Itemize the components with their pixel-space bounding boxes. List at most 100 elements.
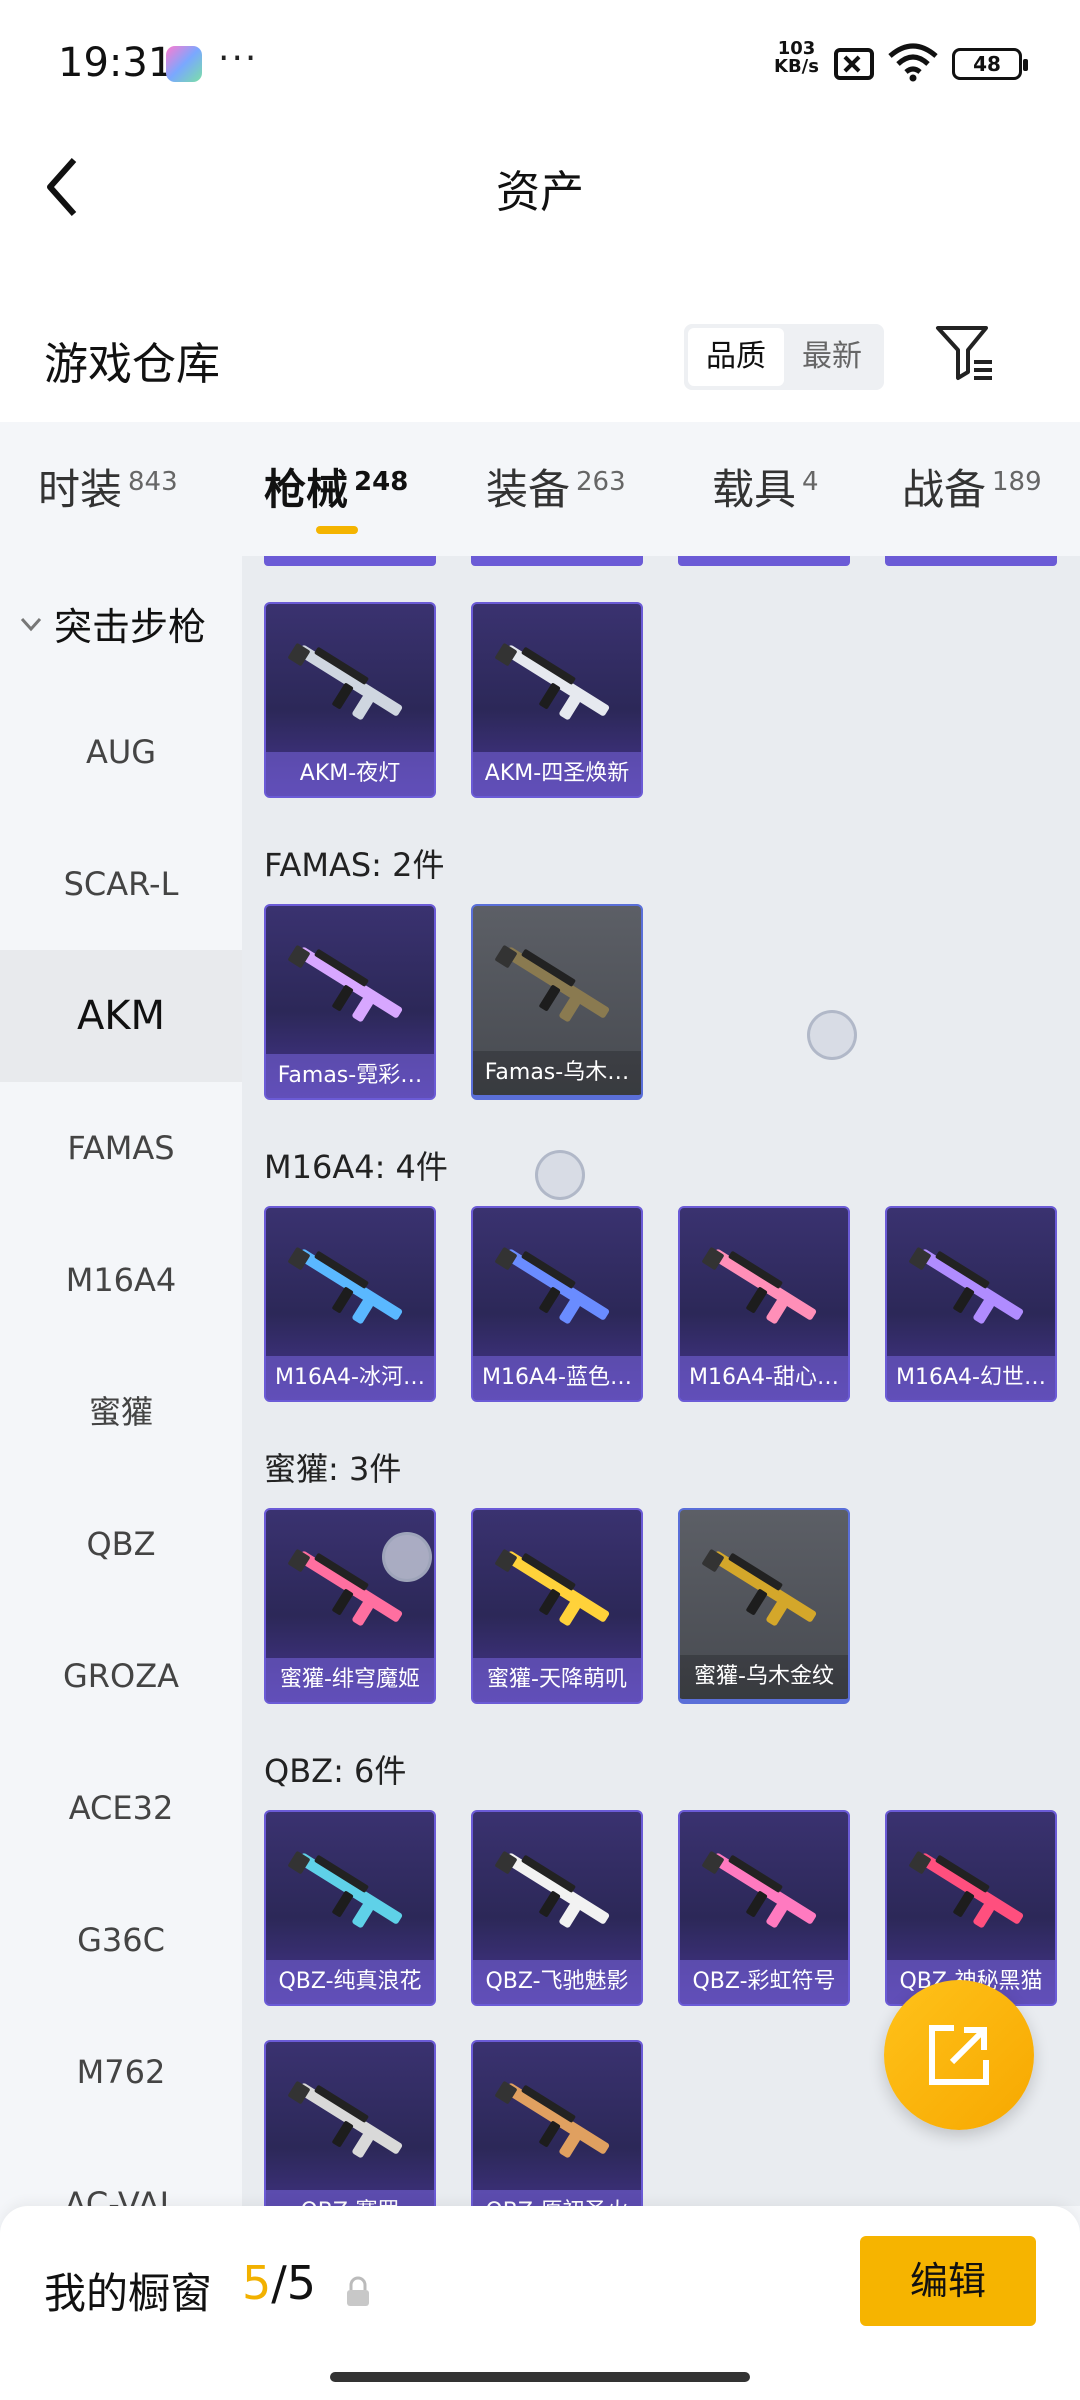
skin-card[interactable]: M16A4-甜心… bbox=[678, 1206, 850, 1402]
tab-outfits[interactable]: 时装 843 bbox=[38, 456, 178, 517]
rifle-icon bbox=[495, 945, 610, 1022]
touch-indicator bbox=[807, 1010, 857, 1060]
rifle-icon bbox=[495, 643, 610, 720]
sidebar-group-assault-rifles[interactable]: 突击步枪 bbox=[18, 596, 206, 651]
skin-name: QBZ-飞驰魅影 bbox=[473, 1960, 641, 2004]
share-icon bbox=[929, 2025, 989, 2085]
category-tabs: 时装 843 枪械 248 装备 263 载具 4 战备 189 bbox=[0, 422, 1080, 556]
showcase-bar: 我的橱窗 5/5 编辑 bbox=[0, 2206, 1080, 2400]
card-edge bbox=[678, 556, 850, 566]
share-fab[interactable] bbox=[884, 1980, 1034, 2130]
tab-vehicles[interactable]: 载具 4 bbox=[712, 456, 819, 517]
top-nav: 资产 bbox=[0, 130, 1080, 300]
card-edge bbox=[471, 556, 643, 566]
skin-name: QBZ-原初圣火 bbox=[473, 2190, 641, 2206]
skin-card[interactable]: QBZ-原初圣火 bbox=[471, 2040, 643, 2206]
sort-newest-button[interactable]: 最新 bbox=[784, 328, 880, 386]
rifle-icon bbox=[909, 1851, 1024, 1928]
skin-card[interactable]: QBZ-彩虹符号 bbox=[678, 1810, 850, 2006]
sidebar-item[interactable]: GROZA bbox=[0, 1610, 242, 1742]
status-bar: 19:31 ··· 103 KB/s 48 bbox=[0, 0, 1080, 130]
skin-card[interactable]: QBZ-神秘黑猫 bbox=[885, 1810, 1057, 2006]
rifle-icon bbox=[702, 1247, 817, 1324]
wifi-icon bbox=[888, 43, 938, 82]
sidebar-item[interactable]: QBZ bbox=[0, 1478, 242, 1610]
skin-card[interactable]: QBZ-纯真浪花 bbox=[264, 1810, 436, 2006]
battery-level: 48 bbox=[952, 48, 1028, 80]
tab-supplies[interactable]: 战备 189 bbox=[902, 456, 1042, 517]
sidebar-item[interactable]: M16A4 bbox=[0, 1214, 242, 1346]
rifle-icon bbox=[909, 1247, 1024, 1324]
skin-card[interactable]: AKM-夜灯 bbox=[264, 602, 436, 798]
rifle-icon bbox=[495, 2081, 610, 2158]
sidebar-item[interactable]: SCAR-L bbox=[0, 818, 242, 950]
skin-card[interactable]: QBZ-赛罗 bbox=[264, 2040, 436, 2206]
skin-card[interactable]: Famas-霓彩… bbox=[264, 904, 436, 1100]
weapon-type-sidebar: 突击步枪 AUG SCAR-L AKM FAMAS M16A4 蜜獾 QBZ GROZA ACE… bbox=[0, 556, 242, 2206]
skin-name: 蜜獾-乌木金纹 bbox=[680, 1655, 848, 1699]
card-edge bbox=[264, 556, 436, 566]
rifle-icon bbox=[495, 1549, 610, 1626]
warehouse-title: 游戏仓库 bbox=[44, 339, 220, 390]
skin-name: AKM-四圣焕新 bbox=[473, 752, 641, 796]
sidebar-item[interactable]: FAMAS bbox=[0, 1082, 242, 1214]
skin-name: QBZ-赛罗 bbox=[266, 2190, 434, 2206]
page-title: 资产 bbox=[496, 167, 584, 218]
sidebar-item[interactable]: 蜜獾 bbox=[0, 1346, 242, 1478]
skin-card[interactable]: QBZ-飞驰魅影 bbox=[471, 1810, 643, 2006]
showcase-count: 5/5 bbox=[242, 2256, 317, 2310]
rifle-icon bbox=[495, 1851, 610, 1928]
tab-guns[interactable]: 枪械 248 bbox=[264, 456, 408, 517]
rifle-icon bbox=[288, 1247, 403, 1324]
skin-name: QBZ-纯真浪花 bbox=[266, 1960, 434, 2004]
skin-card[interactable]: M16A4-蓝色… bbox=[471, 1206, 643, 1402]
home-indicator bbox=[330, 2372, 750, 2382]
sidebar-item[interactable]: AKM bbox=[0, 950, 242, 1082]
rifle-icon bbox=[288, 643, 403, 720]
no-sim-icon bbox=[834, 48, 874, 80]
touch-indicator bbox=[382, 1532, 432, 1582]
tab-equipment[interactable]: 装备 263 bbox=[486, 456, 626, 517]
network-speed: 103 KB/s bbox=[774, 38, 819, 77]
lock-icon bbox=[347, 2276, 369, 2306]
edit-button[interactable]: 编辑 bbox=[860, 2236, 1036, 2326]
skin-name: M16A4-蓝色… bbox=[473, 1356, 641, 1400]
skin-name: Famas-霓彩… bbox=[266, 1054, 434, 1098]
skin-card[interactable]: M16A4-冰河… bbox=[264, 1206, 436, 1402]
skin-card[interactable]: M16A4-幻世… bbox=[885, 1206, 1057, 1402]
warehouse-header: 游戏仓库 品质 最新 bbox=[0, 300, 1080, 422]
sidebar-item[interactable]: ACE32 bbox=[0, 1742, 242, 1874]
skin-name: 蜜獾-天降萌叽 bbox=[473, 1658, 641, 1702]
skin-name: M16A4-冰河… bbox=[266, 1356, 434, 1400]
touch-indicator bbox=[535, 1150, 585, 1200]
skin-name: 蜜獾-绯穹魔姬 bbox=[266, 1658, 434, 1702]
active-tab-indicator bbox=[316, 526, 358, 534]
group-label: 蜜獾: 3件 bbox=[264, 1450, 402, 1488]
rifle-icon bbox=[288, 2081, 403, 2158]
sidebar-item[interactable]: M762 bbox=[0, 2006, 242, 2138]
skin-name: Famas-乌木… bbox=[473, 1051, 641, 1095]
rifle-icon bbox=[288, 1851, 403, 1928]
sidebar-item[interactable]: AUG bbox=[0, 686, 242, 818]
skin-name: M16A4-幻世… bbox=[887, 1356, 1055, 1400]
filter-icon[interactable] bbox=[934, 322, 996, 384]
rifle-icon bbox=[495, 1247, 610, 1324]
game-app-icon bbox=[166, 46, 202, 82]
group-label: M16A4: 4件 bbox=[264, 1148, 448, 1186]
rifle-icon bbox=[702, 1851, 817, 1928]
chevron-down-icon bbox=[20, 617, 42, 631]
skin-name: QBZ-彩虹符号 bbox=[680, 1960, 848, 2004]
more-notifications-icon: ··· bbox=[218, 38, 259, 79]
sidebar-item[interactable]: AC-VAL bbox=[0, 2138, 242, 2206]
skin-card[interactable]: AKM-四圣焕新 bbox=[471, 602, 643, 798]
rifle-icon bbox=[702, 1549, 817, 1626]
rifle-icon bbox=[288, 945, 403, 1022]
sort-quality-button[interactable]: 品质 bbox=[688, 328, 784, 386]
skin-card[interactable]: 蜜獾-天降萌叽 bbox=[471, 1508, 643, 1704]
skin-grid: AKM-夜灯 AKM-四圣焕新 FAMAS: 2件 Famas-霓彩… Famas-乌木… bbox=[242, 556, 1080, 2206]
skin-card[interactable]: Famas-乌木… bbox=[471, 904, 643, 1100]
skin-card[interactable]: 蜜獾-乌木金纹 bbox=[678, 1508, 850, 1704]
sidebar-item[interactable]: G36C bbox=[0, 1874, 242, 2006]
skin-name: M16A4-甜心… bbox=[680, 1356, 848, 1400]
group-label: FAMAS: 2件 bbox=[264, 846, 445, 884]
